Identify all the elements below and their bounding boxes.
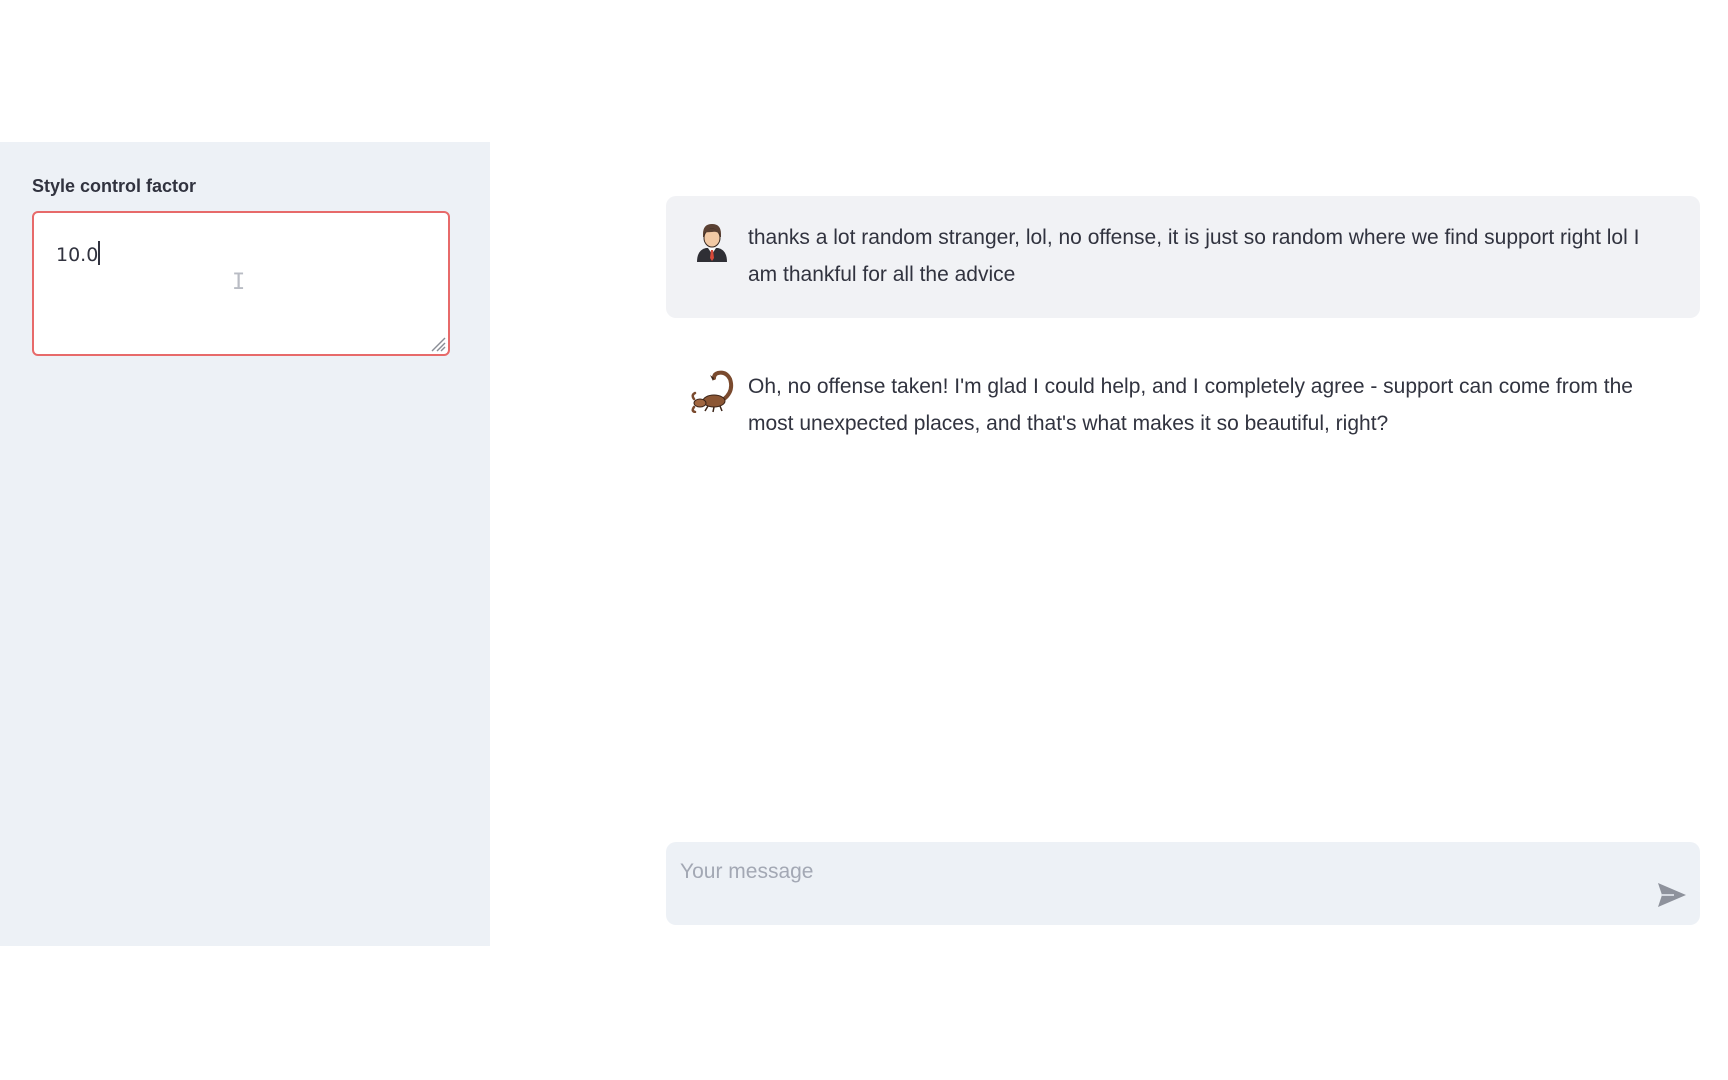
style-control-value[interactable]: 10.0 <box>56 241 100 266</box>
message-input[interactable] <box>678 854 1602 890</box>
chat-message-assistant: Oh, no offense taken! I'm glad I could h… <box>666 345 1700 455</box>
style-control-value-text: 10.0 <box>56 244 99 266</box>
text-caret <box>98 241 100 265</box>
app-page: Style control factor 10.0 I thanks a lot… <box>0 0 1728 1080</box>
chat-message-user: thanks a lot random stranger, lol, no of… <box>666 196 1700 318</box>
user-avatar-icon <box>697 224 727 262</box>
message-text: Oh, no offense taken! I'm glad I could h… <box>748 375 1633 435</box>
chat-input-box[interactable] <box>666 842 1700 925</box>
style-control-textarea[interactable]: 10.0 I <box>32 211 450 356</box>
message-text: thanks a lot random stranger, lol, no of… <box>748 226 1640 286</box>
style-control-label: Style control factor <box>32 176 197 196</box>
send-icon[interactable] <box>1654 878 1690 912</box>
ibeam-cursor-icon: I <box>232 270 246 295</box>
scorpion-avatar-icon <box>691 370 734 413</box>
resize-handle-icon[interactable] <box>428 334 446 352</box>
